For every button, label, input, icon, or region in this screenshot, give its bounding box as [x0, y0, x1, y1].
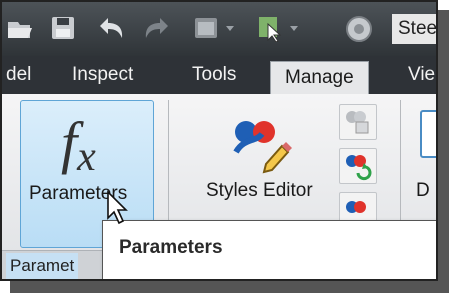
mouse-cursor-icon	[106, 190, 132, 231]
tooltip-text: Parameters	[119, 237, 223, 258]
redo-icon[interactable]	[142, 14, 172, 47]
purge-styles-button[interactable]	[339, 104, 377, 140]
screenshot-frame: Stee del Inspect Tools Manage Vie fx Par…	[0, 0, 438, 281]
fx-icon: fx	[61, 110, 96, 181]
drop-shadow	[10, 281, 449, 293]
document-settings-icon[interactable]	[420, 110, 436, 158]
tab-tools[interactable]: Tools	[192, 56, 236, 94]
tab-view[interactable]: Vie	[408, 56, 435, 94]
drop-shadow	[438, 10, 449, 293]
material-icon[interactable]	[344, 14, 374, 49]
open-file-icon[interactable]	[6, 14, 32, 47]
tooltip: Parameters	[102, 220, 436, 279]
style-library-button[interactable]	[339, 192, 377, 222]
appearance-icon[interactable]	[192, 14, 238, 47]
save-icon[interactable]	[50, 14, 76, 47]
document-settings-label[interactable]: D	[416, 180, 430, 202]
quick-access-toolbar: Stee	[2, 2, 436, 56]
app-title: Stee	[392, 14, 436, 44]
styles-editor-icon[interactable]	[230, 112, 294, 179]
tab-inspect[interactable]: Inspect	[72, 56, 133, 94]
select-icon[interactable]	[256, 14, 302, 47]
tab-manage[interactable]: Manage	[270, 61, 369, 95]
update-styles-icon	[340, 155, 374, 185]
tab-model[interactable]: del	[6, 56, 31, 94]
ribbon-tab-bar: del Inspect Tools Manage Vie	[2, 56, 436, 95]
styles-editor-button[interactable]: Styles Editor	[206, 180, 313, 202]
purge-styles-icon	[340, 111, 374, 141]
update-styles-button[interactable]	[339, 148, 377, 184]
undo-icon[interactable]	[96, 14, 126, 47]
panel-title-parameters[interactable]: Paramet	[6, 253, 79, 279]
